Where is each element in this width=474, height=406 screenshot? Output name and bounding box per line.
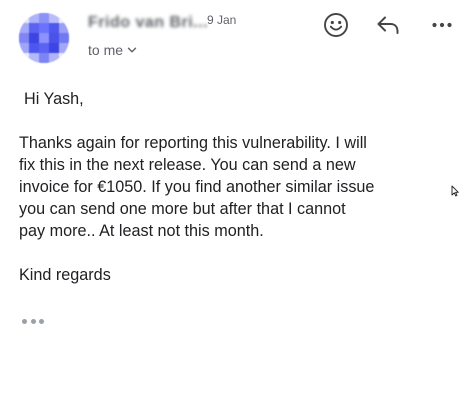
show-trimmed-content-button[interactable] <box>22 314 44 328</box>
trimmed-dot <box>30 318 36 324</box>
message-line: pay more.. At least not this month. <box>19 222 264 240</box>
message-line: Thanks again for reporting this vulnerab… <box>19 134 367 152</box>
reply-button[interactable] <box>374 13 402 41</box>
trimmed-dot <box>22 318 27 324</box>
chevron-down-icon <box>126 44 138 56</box>
sender-name[interactable]: Frido van Bri... <box>88 14 208 32</box>
add-reaction-button[interactable] <box>322 12 350 43</box>
message-body: Hi Yash, Thanks again for reporting this… <box>19 88 449 286</box>
more-horizontal-icon <box>430 13 454 42</box>
mouse-pointer-icon <box>451 184 459 202</box>
message-greeting: Hi Yash, <box>24 90 84 108</box>
message-line: you can send one more but after that I c… <box>19 200 346 218</box>
message-line: fix this in the next release. You can se… <box>19 156 356 174</box>
sender[interactable]: Frido van Bri... <box>88 13 208 33</box>
more-options-button[interactable] <box>428 13 456 41</box>
message-line: invoice for €1050. If you find another s… <box>19 178 375 196</box>
trimmed-dot <box>39 318 44 324</box>
message-signoff: Kind regards <box>19 266 111 284</box>
message-date: 9 Jan <box>207 13 237 27</box>
recipient-label: to me <box>88 42 124 58</box>
sender-avatar[interactable] <box>19 13 69 63</box>
recipient-details-toggle[interactable]: to me <box>88 42 138 58</box>
email-message-view: Frido van Bri... 9 Jan to me Hi Yash, Th… <box>0 0 474 406</box>
reply-arrow-icon <box>375 12 401 43</box>
emoji-smile-icon <box>323 12 349 43</box>
message-paragraph: Thanks again for reporting this vulnerab… <box>19 132 449 242</box>
